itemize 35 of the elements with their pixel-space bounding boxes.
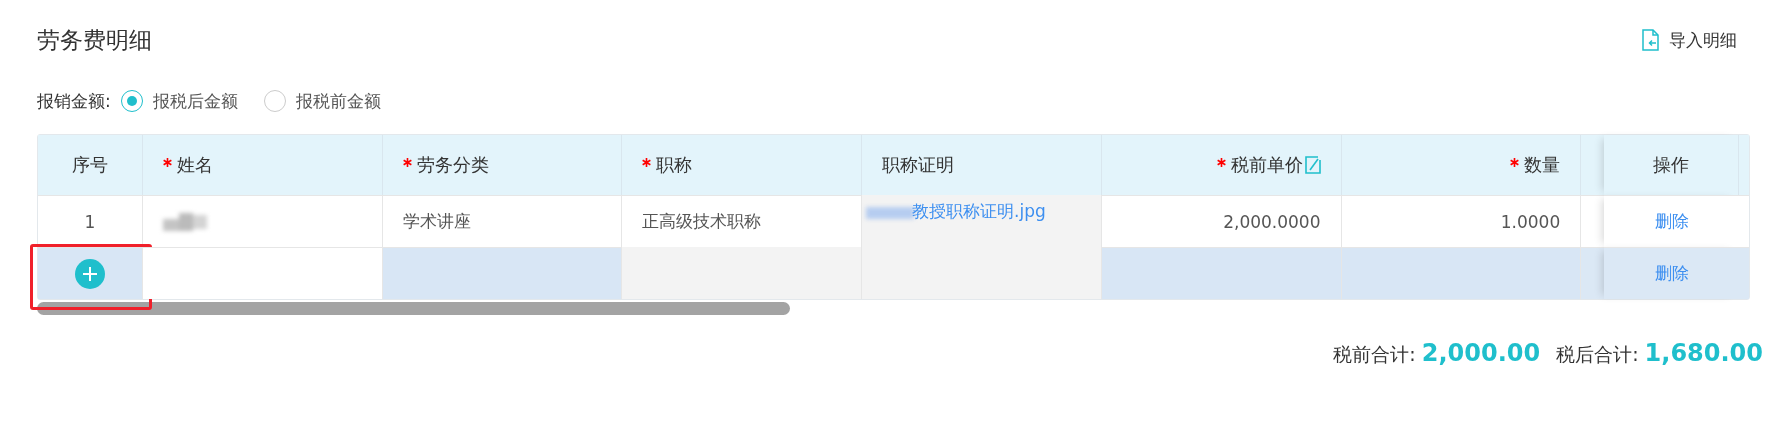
total-value: 1,680.00 <box>1644 339 1763 367</box>
asterisk-icon <box>642 157 652 167</box>
table-cell: 1 <box>38 195 143 247</box>
reimburse-label: 报销金额: <box>37 89 111 113</box>
table-cell: 学术讲座 <box>382 195 623 247</box>
file-import-icon <box>1641 29 1661 51</box>
header-label: 劳务分类 <box>416 153 489 177</box>
table-cell: 2,000.0000 <box>1101 195 1342 247</box>
column-header <box>1739 135 1749 195</box>
radio-option[interactable]: 报税前金额 <box>263 89 381 113</box>
input-field[interactable] <box>142 247 383 299</box>
total-label: 税后合计: <box>1556 342 1639 367</box>
header-label: 数量 <box>1524 153 1561 177</box>
header-label: 姓名 <box>176 153 213 177</box>
plus-icon <box>81 265 98 282</box>
asterisk-icon <box>1216 157 1226 167</box>
asterisk-icon <box>402 157 412 167</box>
total-label: 税前合计: <box>1333 342 1416 367</box>
header-label: 职称证明 <box>882 153 955 177</box>
total-value: 2,000.00 <box>1421 339 1541 367</box>
column-header: 操作 <box>1604 135 1739 195</box>
scrollbar[interactable] <box>37 302 790 315</box>
header-label: 职称 <box>656 153 693 177</box>
table-cell: 1.0000 <box>1341 195 1582 247</box>
section-title: 劳务费明细 <box>37 25 152 55</box>
asterisk-icon <box>162 157 172 167</box>
import-button[interactable]: 导入明细 <box>1639 26 1739 54</box>
header-label: 税前单价 <box>1230 153 1303 177</box>
table-cell: 正高级技术职称 <box>622 195 863 247</box>
edit-icon <box>1304 156 1321 174</box>
asterisk-icon <box>1510 157 1520 167</box>
radio-option[interactable]: 报税后金额 <box>120 89 238 113</box>
add-row-button[interactable] <box>74 258 105 289</box>
blurred-name-drawing <box>162 210 209 233</box>
header-label: 序号 <box>71 153 108 177</box>
